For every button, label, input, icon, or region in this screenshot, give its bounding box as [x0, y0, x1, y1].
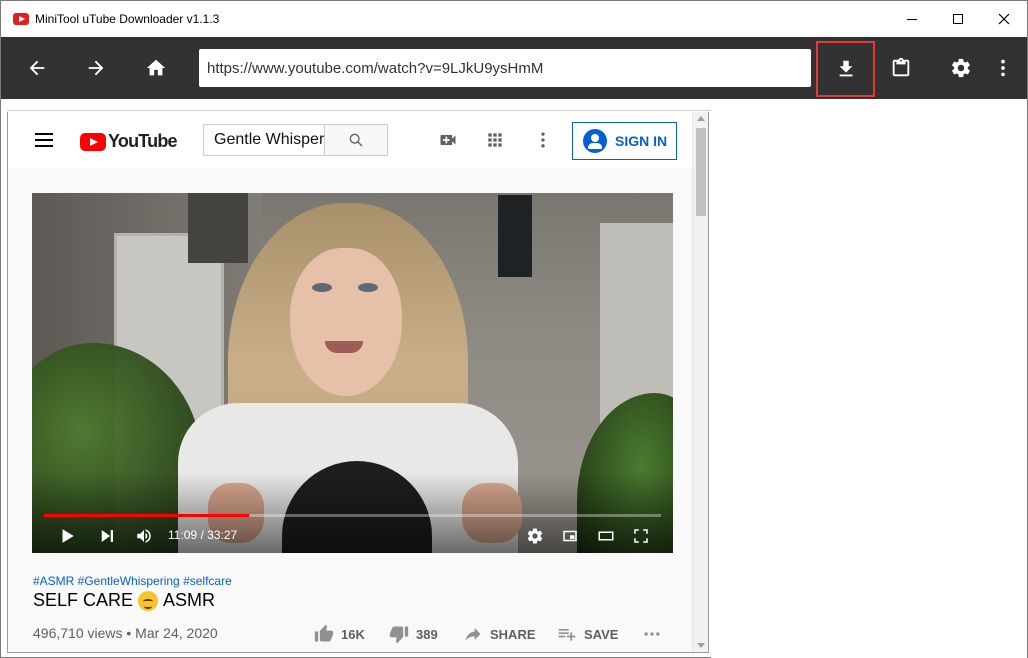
clipboard-button[interactable] — [873, 37, 929, 99]
video-title: SELF CARE ASMR — [33, 590, 215, 611]
share-button[interactable]: SHARE — [463, 624, 536, 644]
youtube-search-button[interactable] — [324, 124, 388, 156]
app-window: MiniTool uTube Downloader v1.1.3 https:/… — [0, 0, 1028, 658]
dislike-count: 389 — [416, 626, 438, 642]
fullscreen-icon — [634, 529, 648, 543]
maximize-icon — [953, 14, 963, 24]
arrow-right-icon — [88, 60, 104, 76]
relieved-face-emoji-icon — [138, 590, 159, 611]
title-bar: MiniTool uTube Downloader v1.1.3 — [1, 1, 1027, 37]
play-button[interactable] — [56, 526, 78, 546]
save-label: SAVE — [584, 626, 619, 642]
maximize-button[interactable] — [935, 1, 981, 37]
scroll-up-arrow-icon[interactable] — [697, 116, 705, 121]
play-icon — [62, 529, 74, 543]
apps-grid-icon — [488, 133, 502, 147]
share-label: SHARE — [490, 626, 536, 642]
fullscreen-button[interactable] — [630, 526, 652, 546]
clipboard-icon — [892, 57, 910, 77]
playlist-add-icon — [558, 629, 576, 641]
back-button[interactable] — [9, 37, 65, 99]
skip-next-icon — [101, 530, 113, 542]
theater-mode-icon — [598, 531, 614, 541]
video-progress-bar[interactable] — [44, 514, 661, 517]
youtube-header: YouTube Gentle Whisper SIGN IN — [8, 112, 692, 168]
volume-button[interactable] — [132, 526, 156, 546]
miniplayer-button[interactable] — [558, 526, 582, 546]
gear-icon — [527, 528, 543, 544]
video-hashtags[interactable]: #ASMR #GentleWhispering #selfcare — [33, 574, 232, 588]
menu-icon[interactable] — [35, 133, 53, 147]
volume-icon — [137, 529, 151, 543]
theater-mode-button[interactable] — [594, 526, 618, 546]
dislike-button[interactable]: 389 — [389, 624, 438, 644]
browser-view: YouTube Gentle Whisper SIGN IN 11:09 / 3… — [7, 112, 709, 653]
youtube-logo-text: YouTube — [108, 131, 178, 151]
minimize-button[interactable] — [889, 1, 935, 37]
gear-icon — [952, 58, 970, 78]
thumbs-up-icon — [314, 624, 334, 642]
video-title-right: ASMR — [163, 590, 216, 610]
video-timecode: 11:09 / 33:27 — [168, 528, 238, 542]
youtube-logo[interactable]: YouTube — [80, 131, 178, 152]
sign-in-button[interactable]: SIGN IN — [572, 122, 677, 160]
scroll-down-arrow-icon[interactable] — [697, 643, 705, 648]
video-player[interactable]: 11:09 / 33:27 — [32, 193, 673, 553]
video-settings-button[interactable] — [524, 526, 546, 546]
account-icon — [583, 129, 607, 153]
video-camera-plus-icon — [440, 135, 456, 145]
video-more-button[interactable] — [642, 624, 669, 644]
video-title-left: SELF CARE — [33, 590, 134, 610]
window-title: MiniTool uTube Downloader v1.1.3 — [35, 12, 220, 26]
apps-button[interactable] — [483, 128, 507, 152]
scroll-thumb[interactable] — [696, 128, 706, 216]
forward-button[interactable] — [68, 37, 124, 99]
share-arrow-icon — [465, 628, 481, 641]
video-progress-fill — [44, 514, 250, 517]
create-video-button[interactable] — [436, 128, 460, 152]
save-button[interactable]: SAVE — [557, 624, 618, 644]
download-icon — [839, 60, 852, 77]
download-button[interactable] — [816, 41, 875, 97]
more-vertical-icon — [541, 132, 545, 148]
app-logo-icon — [13, 13, 29, 25]
search-icon — [349, 133, 363, 147]
close-icon — [998, 13, 1010, 25]
youtube-more-button[interactable] — [531, 128, 555, 152]
like-count: 16K — [341, 626, 365, 642]
next-button[interactable] — [96, 526, 118, 546]
minimize-icon — [907, 18, 917, 20]
youtube-search-input[interactable]: Gentle Whisper — [203, 124, 324, 156]
home-button[interactable] — [128, 37, 184, 99]
youtube-play-icon — [80, 132, 106, 151]
thumbs-down-icon — [389, 626, 409, 644]
close-button[interactable] — [981, 1, 1027, 37]
sign-in-label: SIGN IN — [615, 133, 668, 149]
miniplayer-icon — [563, 530, 577, 542]
browser-scrollbar[interactable] — [692, 112, 708, 652]
download-list-pane — [711, 99, 1027, 658]
more-horizontal-icon — [644, 632, 660, 636]
browser-pane-top — [7, 99, 711, 111]
home-icon — [146, 59, 166, 76]
more-vertical-icon — [1001, 59, 1005, 77]
toolbar: https://www.youtube.com/watch?v=9LJkU9ys… — [1, 37, 1027, 99]
like-button[interactable]: 16K — [314, 624, 365, 644]
video-views-date: 496,710 views • Mar 24, 2020 — [33, 625, 218, 641]
arrow-left-icon — [29, 60, 45, 76]
more-menu-button[interactable] — [979, 37, 1027, 99]
url-input[interactable]: https://www.youtube.com/watch?v=9LJkU9ys… — [199, 49, 811, 87]
